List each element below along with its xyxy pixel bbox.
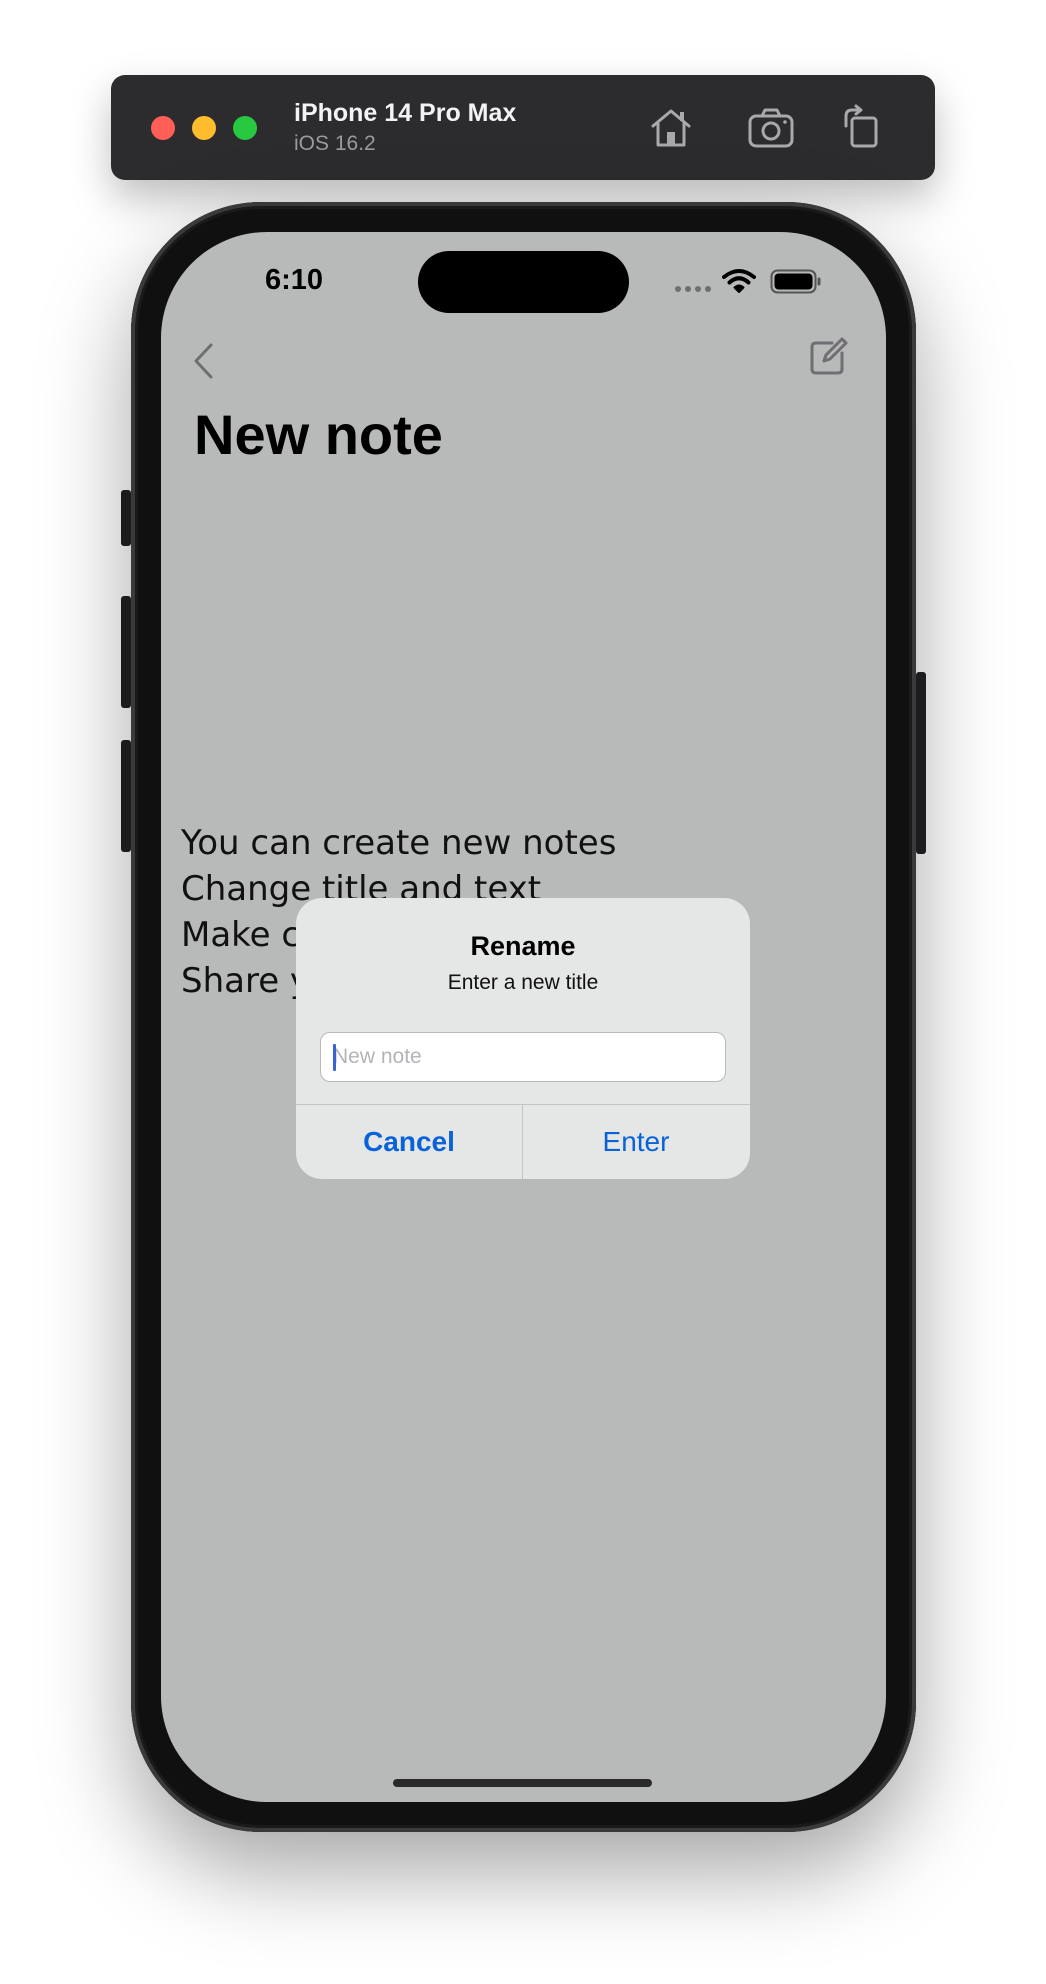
screenshot-icon[interactable]	[747, 104, 795, 152]
dynamic-island	[418, 251, 629, 313]
chevron-left-icon[interactable]	[189, 341, 219, 381]
home-icon[interactable]	[647, 104, 695, 152]
enter-button[interactable]: Enter	[523, 1105, 749, 1179]
device-os-version: iOS 16.2	[294, 132, 376, 155]
title-input[interactable]	[320, 1032, 726, 1082]
compose-icon[interactable]	[808, 337, 848, 377]
text-cursor	[333, 1044, 336, 1071]
close-window-button[interactable]	[151, 116, 175, 140]
volume-down-button	[121, 740, 131, 852]
minimize-window-button[interactable]	[192, 116, 216, 140]
volume-up-button	[121, 596, 131, 708]
battery-icon	[770, 269, 821, 294]
page-title: New note	[194, 403, 443, 466]
note-line: You can create new notes	[181, 823, 617, 863]
cancel-button[interactable]: Cancel	[296, 1105, 522, 1179]
alert-message: Enter a new title	[447, 971, 599, 994]
power-button	[916, 672, 926, 854]
action-button	[121, 490, 131, 546]
device-name: iPhone 14 Pro Max	[294, 99, 517, 127]
rename-alert: Rename Enter a new title Cancel Enter	[296, 898, 750, 1179]
home-indicator[interactable]	[393, 1779, 652, 1787]
wifi-icon	[722, 269, 756, 293]
rotate-icon[interactable]	[838, 104, 886, 152]
cellular-icon	[675, 286, 711, 292]
status-time: 6:10	[265, 264, 324, 296]
alert-title: Rename	[470, 931, 576, 961]
zoom-window-button[interactable]	[233, 116, 257, 140]
